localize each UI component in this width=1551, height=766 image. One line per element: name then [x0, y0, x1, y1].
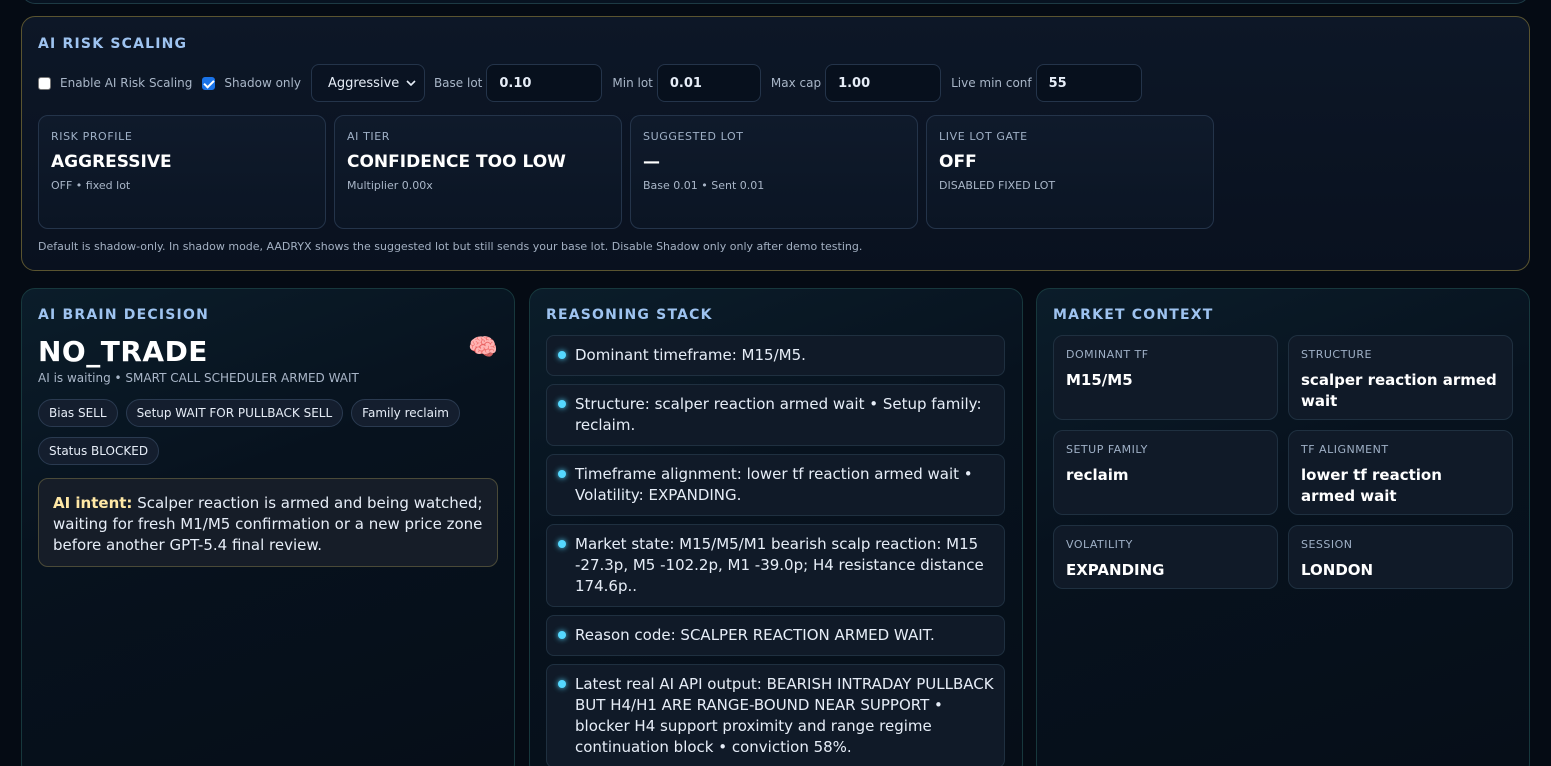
previous-panel-edge	[21, 0, 1530, 4]
dominant-tf-cell: DOMINANT TF M15/M5	[1053, 335, 1278, 420]
session-cell: SESSION LONDON	[1288, 525, 1513, 589]
risk-controls: Enable AI Risk Scaling Shadow only Aggre…	[38, 64, 1152, 102]
setup-family-cell: SETUP FAMILY reclaim	[1053, 430, 1278, 515]
base-lot-input[interactable]: 0.10	[486, 64, 603, 102]
risk-scaling-panel: AI RISK SCALING Enable AI Risk Scaling S…	[21, 16, 1530, 271]
market-context-grid: DOMINANT TF M15/M5 STRUCTURE scalper rea…	[1053, 335, 1513, 589]
shadow-only-box[interactable]	[202, 76, 216, 90]
card-label: AI TIER	[347, 130, 391, 143]
card-label: SUGGESTED LOT	[643, 130, 744, 143]
reasoning-item: Market state: M15/M5/M1 bearish scalp re…	[546, 524, 1005, 607]
reasoning-item: Latest real AI API output: BEARISH INTRA…	[546, 664, 1005, 766]
bullet-dot-icon	[558, 351, 566, 359]
structure-cell: STRUCTURE scalper reaction armed wait	[1288, 335, 1513, 420]
card-sub: Multiplier 0.00x	[347, 179, 433, 192]
family-chip: Family reclaim	[351, 399, 460, 427]
chevron-down-icon	[406, 80, 416, 86]
min-lot-label: Min lot	[612, 76, 653, 90]
card-sub: Base 0.01 • Sent 0.01	[643, 179, 765, 192]
reasoning-text: Latest real AI API output: BEARISH INTRA…	[575, 675, 994, 756]
ctx-value: lower tf reaction armed wait	[1301, 466, 1442, 505]
brain-decision-panel: AI BRAIN DECISION NO_TRADE 🧠 AI is waiti…	[21, 288, 515, 766]
bias-chip: Bias SELL	[38, 399, 118, 427]
bullet-dot-icon	[558, 400, 566, 408]
brain-icon: 🧠	[468, 333, 498, 361]
ai-intent-box: AI intent: Scalper reaction is armed and…	[38, 478, 498, 567]
enable-risk-scaling-label: Enable AI Risk Scaling	[60, 76, 193, 90]
risk-scaling-title: AI RISK SCALING	[38, 36, 188, 52]
reasoning-text: Dominant timeframe: M15/M5.	[575, 346, 806, 364]
reasoning-text: Market state: M15/M5/M1 bearish scalp re…	[575, 535, 984, 595]
ctx-label: SETUP FAMILY	[1066, 443, 1148, 456]
ctx-label: VOLATILITY	[1066, 538, 1133, 551]
risk-profile-card: RISK PROFILE AGGRESSIVE OFF • fixed lot	[38, 115, 326, 229]
suggested-lot-card: SUGGESTED LOT — Base 0.01 • Sent 0.01	[630, 115, 918, 229]
enable-risk-scaling-box[interactable]	[38, 76, 51, 90]
ctx-label: TF ALIGNMENT	[1301, 443, 1389, 456]
ctx-label: DOMINANT TF	[1066, 348, 1149, 361]
ctx-value: M15/M5	[1066, 371, 1133, 389]
card-value: CONFIDENCE TOO LOW	[347, 152, 566, 172]
max-cap-input[interactable]: 1.00	[825, 64, 942, 102]
risk-cards: RISK PROFILE AGGRESSIVE OFF • fixed lot …	[38, 115, 1214, 229]
reasoning-stack-title: REASONING STACK	[546, 307, 713, 323]
bullet-dot-icon	[558, 470, 566, 478]
risk-profile-value: Aggressive	[327, 75, 400, 91]
reasoning-stack-panel: REASONING STACK Dominant timeframe: M15/…	[529, 288, 1023, 766]
card-sub: DISABLED FIXED LOT	[939, 179, 1056, 192]
ai-tier-card: AI TIER CONFIDENCE TOO LOW Multiplier 0.…	[334, 115, 622, 229]
reasoning-text: Reason code: SCALPER REACTION ARMED WAIT…	[575, 626, 935, 644]
ctx-value: scalper reaction armed wait	[1301, 371, 1497, 410]
reasoning-item: Reason code: SCALPER REACTION ARMED WAIT…	[546, 615, 1005, 656]
live-lot-gate-card: LIVE LOT GATE OFF DISABLED FIXED LOT	[926, 115, 1214, 229]
shadow-mode-footnote: Default is shadow-only. In shadow mode, …	[38, 240, 863, 253]
reasoning-text: Timeframe alignment: lower tf reaction a…	[575, 465, 973, 504]
card-value: AGGRESSIVE	[51, 152, 172, 172]
shadow-only-checkbox[interactable]: Shadow only	[202, 76, 301, 90]
ctx-value: EXPANDING	[1066, 561, 1165, 579]
brain-decision-title: AI BRAIN DECISION	[38, 307, 209, 323]
ctx-label: SESSION	[1301, 538, 1353, 551]
reasoning-item: Timeframe alignment: lower tf reaction a…	[546, 454, 1005, 516]
ctx-value: LONDON	[1301, 561, 1374, 579]
tf-alignment-cell: TF ALIGNMENT lower tf reaction armed wai…	[1288, 430, 1513, 515]
card-value: —	[643, 152, 660, 172]
card-value: OFF	[939, 152, 977, 172]
reasoning-item: Dominant timeframe: M15/M5.	[546, 335, 1005, 376]
card-sub: OFF • fixed lot	[51, 179, 131, 192]
risk-profile-select[interactable]: Aggressive	[310, 64, 425, 102]
shadow-only-label: Shadow only	[224, 76, 301, 90]
decision-subtitle: AI is waiting • SMART CALL SCHEDULER ARM…	[38, 371, 359, 385]
live-min-conf-label: Live min conf	[951, 76, 1032, 90]
reasoning-list: Dominant timeframe: M15/M5. Structure: s…	[546, 335, 1005, 766]
ai-intent-label: AI intent:	[53, 494, 133, 512]
live-min-conf-input[interactable]: 55	[1035, 64, 1142, 102]
reasoning-text: Structure: scalper reaction armed wait •…	[575, 395, 982, 434]
ctx-value: reclaim	[1066, 466, 1129, 484]
bullet-dot-icon	[558, 631, 566, 639]
decision-chips: Bias SELL Setup WAIT FOR PULLBACK SELL F…	[38, 399, 508, 465]
reasoning-item: Structure: scalper reaction armed wait •…	[546, 384, 1005, 446]
ctx-label: STRUCTURE	[1301, 348, 1372, 361]
bullet-dot-icon	[558, 540, 566, 548]
base-lot-label: Base lot	[433, 76, 483, 90]
setup-chip: Setup WAIT FOR PULLBACK SELL	[125, 399, 344, 427]
market-context-panel: MARKET CONTEXT DOMINANT TF M15/M5 STRUCT…	[1036, 288, 1530, 766]
decision-value: NO_TRADE	[38, 335, 208, 368]
enable-risk-scaling-checkbox[interactable]: Enable AI Risk Scaling	[38, 76, 192, 90]
volatility-cell: VOLATILITY EXPANDING	[1053, 525, 1278, 589]
status-chip: Status BLOCKED	[38, 437, 160, 465]
bullet-dot-icon	[558, 680, 566, 688]
market-context-title: MARKET CONTEXT	[1053, 307, 1214, 323]
min-lot-input[interactable]: 0.01	[656, 64, 761, 102]
card-label: LIVE LOT GATE	[939, 130, 1028, 143]
max-cap-label: Max cap	[770, 76, 822, 90]
card-label: RISK PROFILE	[51, 130, 133, 143]
